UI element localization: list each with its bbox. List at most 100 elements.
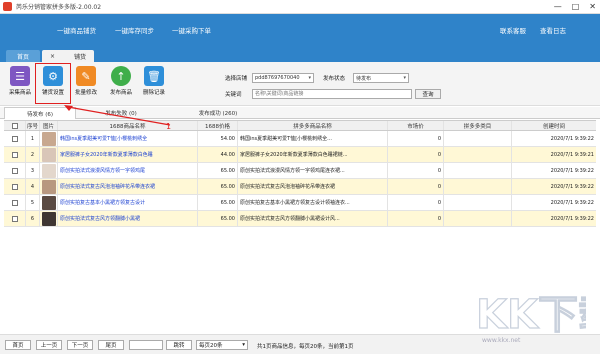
product-thumbnail — [40, 131, 58, 146]
table-row[interactable]: 1 韩国ins夏季甜美可爱T恤[小樱桃刺绣全 54.00 韩国ins夏季甜美可爱T恤[… — [4, 131, 596, 147]
checkbox-box — [11, 199, 18, 206]
contact-support-link[interactable]: 联系客服 — [500, 25, 526, 35]
page-size-select[interactable]: 每页20条 ▾ — [196, 340, 248, 350]
row-number: 1 — [26, 131, 40, 146]
last-page-button[interactable]: 尾页 — [98, 340, 124, 350]
delete-records-label: 删除记录 — [142, 90, 165, 96]
table-row[interactable]: 5 原创实拍复古基本小黑裙方领复古设计 65.00 原创实拍复古基本小黑裙方领复古设计… — [4, 195, 596, 211]
shop-select[interactable]: pdd87697670040 ▾ — [252, 73, 314, 83]
batch-edit-label: 批量修改 — [74, 90, 97, 96]
select-all-checkbox[interactable] — [4, 121, 26, 130]
settings-highlight-box — [35, 63, 71, 104]
product-1688-title[interactable]: 家居服裤子女2020年新款夏季薄款白色睡 — [58, 147, 198, 162]
tab-strip: 首页 × 铺货 — [0, 47, 600, 62]
upload-arrow-icon: ↑ — [111, 66, 131, 86]
product-pdd-title: 原创实拍法式浪漫风情方领一字领鸡尾连衣裙... — [238, 163, 388, 178]
col-header-num: 序号 — [26, 121, 40, 130]
view-log-link[interactable]: 查看日志 — [540, 25, 566, 35]
thumbnail-image — [41, 179, 56, 194]
publish-products-button[interactable]: ↑ 发布商品 — [107, 66, 135, 96]
keyword-input[interactable] — [252, 89, 412, 99]
product-thumbnail — [40, 179, 58, 194]
checkbox-box — [11, 151, 18, 158]
minimize-icon[interactable]: — — [554, 2, 562, 11]
row-checkbox[interactable] — [4, 195, 26, 210]
kk-watermark-logo: KK下载 — [476, 291, 586, 338]
first-page-button[interactable]: 首页 — [5, 340, 31, 350]
watermark-url: www.kkx.net — [482, 337, 521, 344]
thumbnail-image — [41, 147, 56, 162]
product-created-time: 2020/7/1 9:39:22 — [550, 215, 594, 222]
search-button[interactable]: 查询 — [415, 89, 441, 99]
row-checkbox[interactable] — [4, 131, 26, 146]
product-market-price: 0 — [388, 131, 444, 146]
product-1688-title[interactable]: 原创实拍法式复古风泡泡袖碎花吊带连衣裙 — [58, 179, 198, 194]
jump-button[interactable]: 跳转 — [166, 340, 192, 350]
window-title: 芮乐分销管家拼多多版-2.00.02 — [16, 4, 102, 11]
annotation-arrow — [64, 105, 171, 126]
product-pdd-title: 原创实拍复古基本小黑裙方领复古设计领袖连衣... — [238, 195, 388, 210]
status-select[interactable]: 待发布 ▾ — [353, 73, 409, 83]
product-thumbnail — [40, 195, 58, 210]
product-1688-title[interactable]: 原创实拍法式复古风方领翻膊小黑裙 — [58, 211, 198, 226]
shop-label: 选择店铺 — [225, 76, 248, 82]
col-header-pdd-title: 拼多多商品名称 — [238, 121, 388, 130]
product-1688-title[interactable]: 原创实拍法式浪漫风情方领一字领鸡尾 — [58, 163, 198, 178]
keyword-label: 关键词 — [225, 92, 242, 98]
pagination-info: 共1页商品信息，每页20条，当前第1页 — [257, 344, 354, 350]
tab-close-icon[interactable]: × — [50, 53, 55, 60]
product-1688-title[interactable]: 韩国ins夏季甜美可爱T恤[小樱桃刺绣全 — [58, 131, 198, 146]
page-number-input[interactable] — [129, 340, 163, 350]
tab-home[interactable]: 首页 — [6, 50, 40, 62]
row-checkbox[interactable] — [4, 211, 26, 226]
nav-item-stock-sync[interactable]: 一键库存同步 — [115, 25, 154, 35]
product-market-price: 0 — [388, 179, 444, 194]
row-checkbox[interactable] — [4, 147, 26, 162]
product-pdd-category — [444, 195, 512, 210]
title-bar: 芮乐分销管家拼多多版-2.00.02 — □ ✕ — [0, 0, 600, 14]
col-header-market-price: 市场价 — [388, 121, 444, 130]
main-nav: 一键商品铺货 一键库存同步 一键采购下单 联系客服 查看日志 — [0, 14, 600, 47]
row-checkbox[interactable] — [4, 179, 26, 194]
table-row[interactable]: 3 原创实拍法式浪漫风情方领一字领鸡尾 65.00 原创实拍法式浪漫风情方领一字领鸡尾… — [4, 163, 596, 179]
next-page-button[interactable]: 下一页 — [67, 340, 93, 350]
nav-item-purchase[interactable]: 一键采购下单 — [172, 25, 211, 35]
col-header-image: 图片 — [40, 121, 58, 130]
batch-edit-button[interactable]: ✎ 批量修改 — [72, 66, 100, 96]
maximize-icon[interactable]: □ — [572, 2, 580, 11]
page-size-value: 每页20条 — [199, 343, 223, 349]
product-pdd-title: 原创实拍法式复古风方领翻膊小黑裙设计风... — [238, 211, 388, 226]
prev-page-button[interactable]: 上一页 — [36, 340, 62, 350]
product-created-time: 2020/7/1 9:39:22 — [550, 183, 594, 190]
table-row[interactable]: 6 原创实拍法式复古风方领翻膊小黑裙 65.00 原创实拍法式复古风方领翻膊小黑裙设计… — [4, 211, 596, 227]
table-row[interactable]: 2 家居服裤子女2020年新款夏季薄款白色睡 44.00 家居服裤子女2020年新款夏… — [4, 147, 596, 163]
nav-item-shipping[interactable]: 一键商品铺货 — [57, 25, 96, 35]
product-1688-price: 54.00 — [198, 131, 238, 146]
checkbox-box — [11, 122, 18, 129]
checkbox-box — [11, 183, 18, 190]
row-checkbox[interactable] — [4, 163, 26, 178]
col-header-created-time: 创建时间 — [542, 123, 565, 130]
chevron-down-icon: ▾ — [308, 75, 311, 81]
toolbar: ☰ 采集商品 ⚙ 铺货设置 ✎ 批量修改 ↑ 发布商品 🗑 删除记录 — [0, 62, 600, 106]
tab-shipping[interactable]: × 铺货 — [42, 50, 94, 62]
product-created-time: 2020/7/1 9:39:22 — [550, 167, 594, 174]
delete-records-button[interactable]: 🗑 删除记录 — [140, 66, 168, 96]
product-1688-title[interactable]: 原创实拍复古基本小黑裙方领复古设计 — [58, 195, 198, 210]
thumbnail-image — [41, 195, 56, 210]
product-created-time: 2020/7/1 9:39:21 — [550, 151, 594, 158]
subtab-success[interactable]: 发布成功 (260) — [168, 107, 268, 119]
collect-products-label: 采集商品 — [8, 90, 31, 96]
collect-products-button[interactable]: ☰ 采集商品 — [6, 66, 34, 96]
thumbnail-image — [41, 211, 56, 226]
close-icon[interactable]: ✕ — [589, 2, 596, 11]
pencil-icon: ✎ — [76, 66, 96, 86]
product-thumbnail — [40, 147, 58, 162]
product-thumbnail — [40, 163, 58, 178]
table-row[interactable]: 4 原创实拍法式复古风泡泡袖碎花吊带连衣裙 65.00 原创实拍法式复古风泡泡袖碎花吊… — [4, 179, 596, 195]
product-pdd-title: 家居服裤子女2020年新款夏季薄款白色睡裙链... — [238, 147, 388, 162]
status-select-value: 待发布 — [356, 75, 372, 82]
checkbox-box — [11, 135, 18, 142]
row-number: 4 — [26, 179, 40, 194]
publish-products-label: 发布商品 — [109, 90, 132, 96]
